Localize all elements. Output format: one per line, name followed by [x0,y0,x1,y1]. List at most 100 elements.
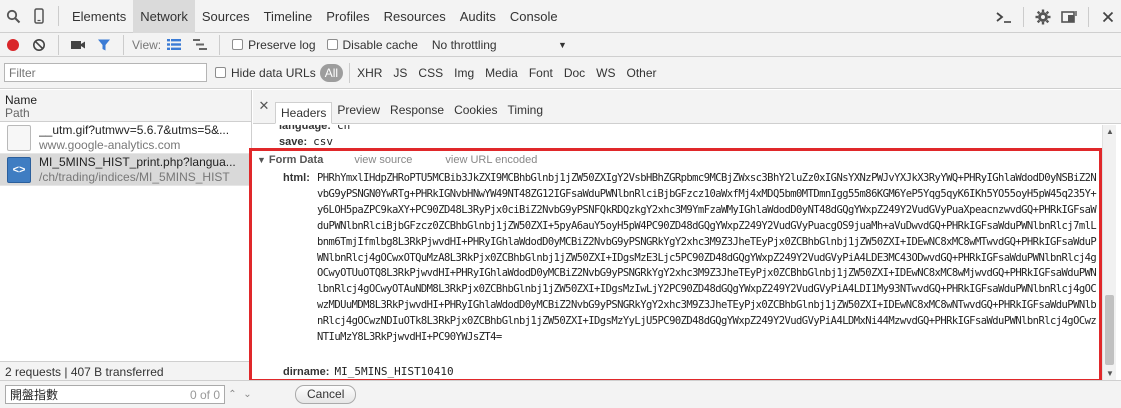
field-key: dirname: [283,366,330,378]
checkbox-box[interactable] [232,39,244,50]
filter-type-all[interactable]: All [319,63,344,82]
tab-network[interactable]: Network [133,0,195,33]
search-query: 開盤指數 [10,388,59,402]
disable-cache-label: Disable cache [342,37,418,52]
field-value: MI_5MINS_HIST10410 [334,365,454,378]
form-data-header[interactable]: ▼ Form Data view source view URL encoded [257,154,570,166]
request-detail-tabs: ✕ Headers Preview Response Cookies Timin… [253,90,1121,124]
field-value: PHRhYmxlIHdpZHRoPTU5MCBib3JkZXI9MCBhbGln… [317,172,1097,344]
form-field-language: language: ch [279,125,350,132]
preserve-log-checkbox[interactable]: Preserve log [232,37,316,52]
disable-cache-checkbox[interactable]: Disable cache [326,37,418,52]
clear-icon[interactable] [26,33,52,57]
throttling-select[interactable]: No throttling ▼ [432,38,567,52]
preserve-log-label: Preserve log [248,37,316,52]
hide-data-urls-label: Hide data URLs [231,65,316,80]
inspect-icon[interactable] [0,0,26,33]
request-path: www.google-analytics.com [39,137,181,152]
expand-triangle-icon[interactable]: ▼ [257,155,266,165]
detail-scrollbar[interactable]: ▲ ▼ [1102,125,1116,380]
filter-type-js[interactable]: JS [393,66,407,80]
devtools-tabbar: Elements Network Sources Timeline Profil… [0,0,1121,33]
view-source-link[interactable]: view source [354,154,412,166]
filter-type-other[interactable]: Other [627,66,657,80]
filter-icon[interactable] [91,33,117,57]
image-file-icon [7,124,31,151]
filter-type-font[interactable]: Font [529,66,553,80]
request-list-header[interactable]: Name Path [0,90,251,122]
column-path-header: Path [5,106,30,120]
tab-response[interactable]: Response [385,100,449,122]
close-icon[interactable]: ✕ [253,89,275,123]
dock-icon[interactable] [1056,0,1082,33]
camera-icon[interactable] [65,33,91,57]
tab-cookies[interactable]: Cookies [449,100,502,122]
checkbox-box[interactable] [326,39,338,50]
form-field-html: html: PHRhYmxlIHdpZHRoPTU5MCBib3JkZXI9MC… [283,171,1097,346]
search-next-icon[interactable]: ⌄ [240,385,255,404]
record-icon[interactable] [0,33,26,57]
view-label: View: [132,37,162,52]
toolbar-separator [123,34,124,55]
tabbar-separator [1088,6,1089,27]
scroll-up-icon[interactable]: ▲ [1106,127,1114,136]
column-name-header: Name [5,93,38,107]
request-name: MI_5MINS_HIST_print.php?langua... [39,154,236,169]
form-data-title: Form Data [268,154,324,166]
toolbar-separator [219,34,221,55]
search-bar: 開盤指數 0 of 0 ⌃ ⌄ Cancel [0,380,1121,408]
search-prev-icon[interactable]: ⌃ [225,385,240,404]
gear-icon[interactable] [1030,0,1056,33]
filter-type-ws[interactable]: WS [596,66,615,80]
filter-bar: Hide data URLs All XHR JS CSS Img Media … [0,57,1121,89]
filter-type-css[interactable]: CSS [418,66,443,80]
tab-console[interactable]: Console [503,0,565,33]
network-toolbar: View: Preserve log Disable cache No thro… [0,33,1121,57]
checkbox-box[interactable] [215,67,226,78]
device-icon[interactable] [26,0,52,33]
request-path: /ch/trading/indices/MI_5MINS_HIST [39,169,230,184]
tab-headers[interactable]: Headers [275,102,333,124]
field-value: ch [336,125,351,132]
field-key: save: [279,136,308,148]
overview-icon[interactable] [187,33,213,57]
filter-type-doc[interactable]: Doc [564,66,585,80]
tab-audits[interactable]: Audits [453,0,503,33]
field-key: html: [283,172,310,184]
search-input[interactable]: 開盤指數 0 of 0 [5,385,225,404]
filter-type-xhr[interactable]: XHR [357,66,382,80]
tabbar-actions [991,0,1121,33]
form-data-section: ▼ Form Data view source view URL encoded… [249,148,1102,382]
tab-preview[interactable]: Preview [332,100,385,122]
tab-sources[interactable]: Sources [195,0,257,33]
request-text: __utm.gif?utmwv=5.6.7&utms=5&... www.goo… [39,123,229,153]
tab-timing[interactable]: Timing [502,100,548,122]
field-value: csv [313,135,334,148]
hide-data-urls-checkbox[interactable]: Hide data URLs [215,66,316,80]
filter-input[interactable] [4,63,207,82]
tab-elements[interactable]: Elements [65,0,133,33]
request-name: __utm.gif?utmwv=5.6.7&utms=5&... [39,122,230,137]
request-list: Name Path __utm.gif?utmwv=5.6.7&utms=5&.… [0,90,252,380]
search-match-count: 0 of 0 [189,387,220,402]
request-row[interactable]: <> MI_5MINS_HIST_print.php?langua... /ch… [0,154,251,186]
list-view-icon[interactable] [161,33,187,57]
scroll-down-icon[interactable]: ▼ [1106,369,1114,378]
close-icon[interactable] [1095,0,1121,33]
request-row[interactable]: __utm.gif?utmwv=5.6.7&utms=5&... www.goo… [0,122,251,154]
network-status-bar: 2 requests | 407 B transferred [0,361,252,380]
console-prompt-icon[interactable] [991,0,1017,33]
view-url-encoded-link[interactable]: view URL encoded [445,154,537,166]
tabbar-separator [1023,6,1024,27]
tab-timeline[interactable]: Timeline [257,0,320,33]
tab-profiles[interactable]: Profiles [319,0,376,33]
cancel-button[interactable]: Cancel [295,385,357,404]
scrollbar-thumb[interactable] [1105,295,1114,365]
tab-resources[interactable]: Resources [377,0,453,33]
filter-type-img[interactable]: Img [454,66,474,80]
devtools-window: Elements Network Sources Timeline Profil… [0,0,1121,408]
filter-type-media[interactable]: Media [485,66,518,80]
throttling-value: No throttling [431,37,497,52]
filter-separator [349,62,351,83]
chevron-down-icon: ▼ [557,39,567,50]
